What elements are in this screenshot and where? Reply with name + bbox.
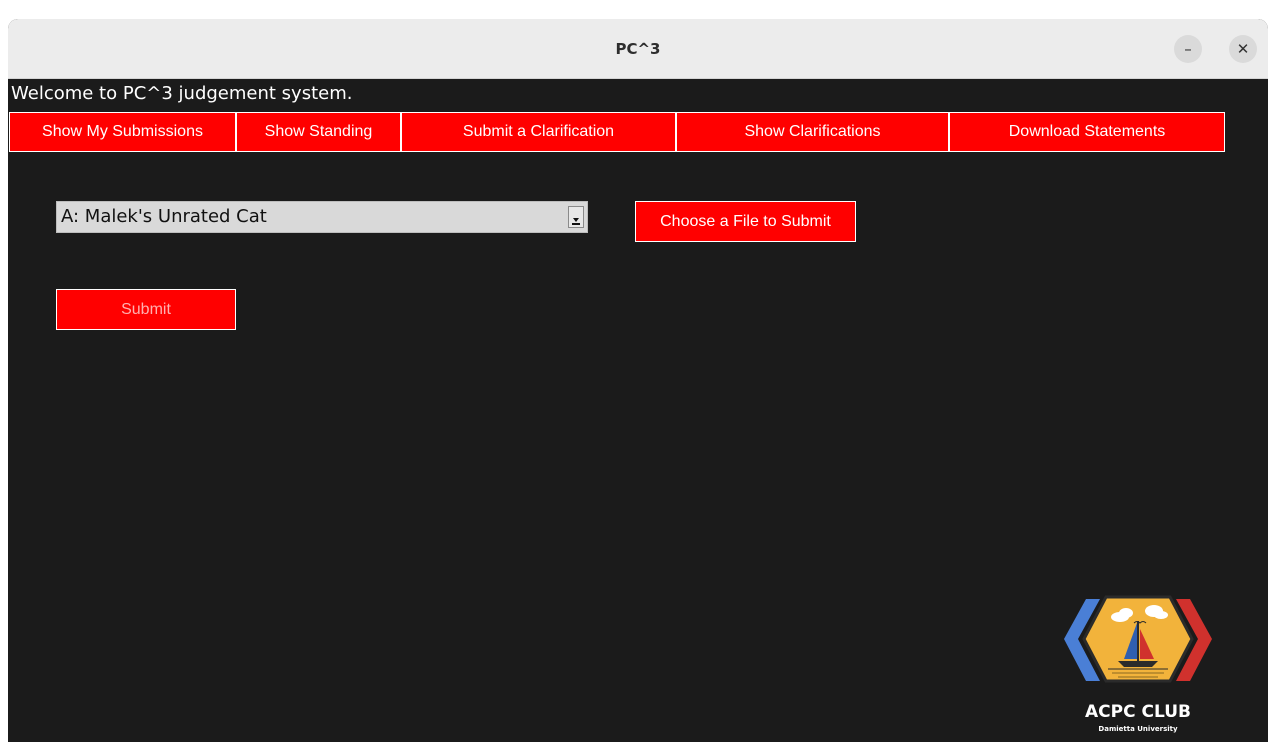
welcome-label: Welcome to PC^3 judgement system. [11, 83, 353, 104]
submit-button[interactable]: Submit [56, 289, 236, 330]
sailboat-logo-icon [1064, 595, 1212, 683]
window-title: PC^3 [615, 40, 661, 58]
problem-select-value: A: Malek's Unrated Cat [61, 206, 267, 227]
show-clarifications-button[interactable]: Show Clarifications [676, 112, 949, 152]
chevron-down-icon[interactable] [568, 206, 584, 228]
show-standing-button[interactable]: Show Standing [236, 112, 401, 152]
problem-select[interactable]: A: Malek's Unrated Cat [56, 201, 588, 233]
logo-subtitle: Damietta University [1098, 725, 1178, 733]
logo-title: ACPC CLUB [1085, 702, 1191, 722]
choose-file-button[interactable]: Choose a File to Submit [635, 201, 856, 242]
close-button[interactable]: ✕ [1229, 35, 1257, 63]
minimize-button[interactable]: – [1174, 35, 1202, 63]
title-bar[interactable]: PC^3 – ✕ [8, 19, 1268, 79]
show-my-submissions-button[interactable]: Show My Submissions [9, 112, 236, 152]
acpc-club-logo: ACPC CLUB Damietta University [1058, 589, 1218, 742]
download-statements-button[interactable]: Download Statements [949, 112, 1225, 152]
app-window: PC^3 – ✕ Welcome to PC^3 judgement syste… [8, 19, 1268, 742]
submit-clarification-button[interactable]: Submit a Clarification [401, 112, 676, 152]
